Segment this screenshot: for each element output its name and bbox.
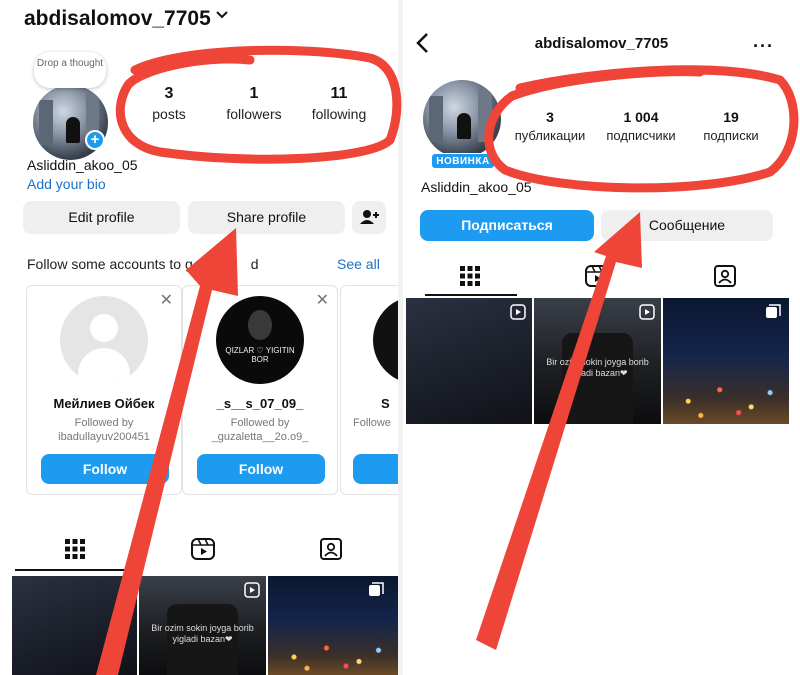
stat-followers[interactable]: 1 followers [222,85,286,122]
reel-badge-icon [639,304,655,320]
avatar-caption: QIZLAR ♡ YIGITIN BOR [225,346,295,364]
suggestions-title: Follow some accounts to g d [27,256,259,272]
suggestion-avatar[interactable]: QIZLAR ♡ YIGITIN BOR [216,296,304,384]
public-profile-panel: abdisalomov_7705 ··· НОВИНКА 3 публикаци… [403,0,800,675]
reels-icon[interactable] [190,536,216,562]
post-caption: Bir ozim sokin joyga borib yigladi bazan… [546,357,649,379]
add-bio-link[interactable]: Add your bio [27,176,106,192]
chevron-down-icon[interactable] [215,8,229,22]
profile-display-name: Asliddin_akoo_05 [27,157,138,173]
stat-label: following [311,106,367,122]
followed-by-label: Followed by [74,417,134,429]
post-thumbnail[interactable] [406,298,532,424]
grid-icon[interactable] [457,263,483,289]
reel-badge-icon [244,582,260,598]
active-tab-indicator [15,569,133,571]
active-tab-indicator [425,294,517,296]
stat-label: подписчики [606,128,676,143]
profile-avatar[interactable] [423,80,501,158]
suggestion-card[interactable]: ✕ Мейлиев Ойбек Followed by ibadullayuv2… [26,285,182,495]
share-profile-button[interactable]: Share profile [188,201,345,234]
followed-by-user: _guzaletta__2o.o9_ [211,431,309,443]
suggestion-card[interactable]: ✕ QIZLAR ♡ YIGITIN BOR _s__s_07_09_ Foll… [182,285,338,495]
stat-followers[interactable]: 1 004 подписчики [599,109,683,143]
add-story-icon[interactable]: + [85,130,105,150]
own-profile-panel: abdisalomov_7705 Drop a thought + 3 post… [0,0,398,675]
post-caption: Bir ozim sokin joyga borib yigladi bazan… [151,622,254,644]
follow-button[interactable]: Follow [197,454,325,484]
subscribe-button[interactable]: Подписаться [420,210,594,241]
stat-value: 1 004 [623,109,659,125]
message-button[interactable]: Сообщение [601,210,773,241]
reels-icon[interactable] [584,263,610,289]
stat-following[interactable]: 11 following [306,85,372,122]
stat-label: followers [226,106,282,122]
post-thumbnail[interactable] [268,576,398,675]
profile-username: abdisalomov_7705 [534,35,669,52]
close-icon[interactable]: ✕ [316,290,329,310]
reel-badge-icon [510,304,526,320]
stat-value: 11 [330,85,348,102]
suggestions-title-text: Follow some accounts to g [27,256,193,272]
grid-icon[interactable] [62,536,88,562]
stat-following[interactable]: 19 подписки [695,109,767,143]
note-bubble[interactable]: Drop a thought [34,52,106,88]
more-options-icon[interactable]: ··· [753,36,774,57]
post-thumbnail[interactable]: Bir ozim sokin joyga borib yigladi bazan… [139,576,266,675]
stat-label: публикации [514,128,586,143]
suggestion-name[interactable]: Мейлиев Ойбек [27,396,181,411]
tagged-icon[interactable] [318,536,344,562]
stat-posts[interactable]: 3 публикации [511,109,589,143]
suggestion-followed-by: Followed by _guzaletta__2o.o9_ [183,416,337,444]
stat-label: posts [152,106,186,122]
see-all-link[interactable]: See all [337,256,380,272]
edit-profile-button[interactable]: Edit profile [23,201,180,234]
follow-button[interactable]: Follow [41,454,169,484]
stat-posts[interactable]: 3 posts [148,85,190,122]
carousel-badge-icon [766,304,781,318]
post-thumbnail[interactable]: Bir ozim sokin joyga borib yigladi bazan… [534,298,661,424]
stat-value: 1 [249,85,259,102]
suggestion-avatar[interactable] [373,296,398,384]
close-icon[interactable]: ✕ [160,290,173,310]
post-thumbnail[interactable] [663,298,789,424]
followed-by-label: Followe [353,417,391,429]
post-thumbnail[interactable] [12,576,137,675]
tagged-icon[interactable] [712,263,738,289]
follow-button[interactable] [353,454,398,484]
suggestion-card[interactable]: S Followe [340,285,398,495]
suggestion-name[interactable]: S [381,396,390,411]
suggestion-name[interactable]: _s__s_07_09_ [183,396,337,411]
new-badge: НОВИНКА [431,153,495,169]
followed-by-user: ibadullayuv200451 [58,431,150,443]
followed-by-label: Followed by [230,417,290,429]
suggestions-title-tail: d [250,256,259,272]
carousel-badge-icon [369,582,384,596]
suggestion-followed-by: Followed by ibadullayuv200451 [27,416,181,444]
profile-display-name: Asliddin_akoo_05 [421,179,532,195]
default-avatar[interactable] [60,296,148,384]
stat-label: подписки [703,128,759,143]
profile-username[interactable]: abdisalomov_7705 [24,7,211,31]
stat-value: 3 [164,85,174,102]
stat-value: 3 [546,109,554,125]
stat-value: 19 [723,109,739,125]
add-person-icon [360,210,379,224]
discover-people-button[interactable] [352,201,386,234]
